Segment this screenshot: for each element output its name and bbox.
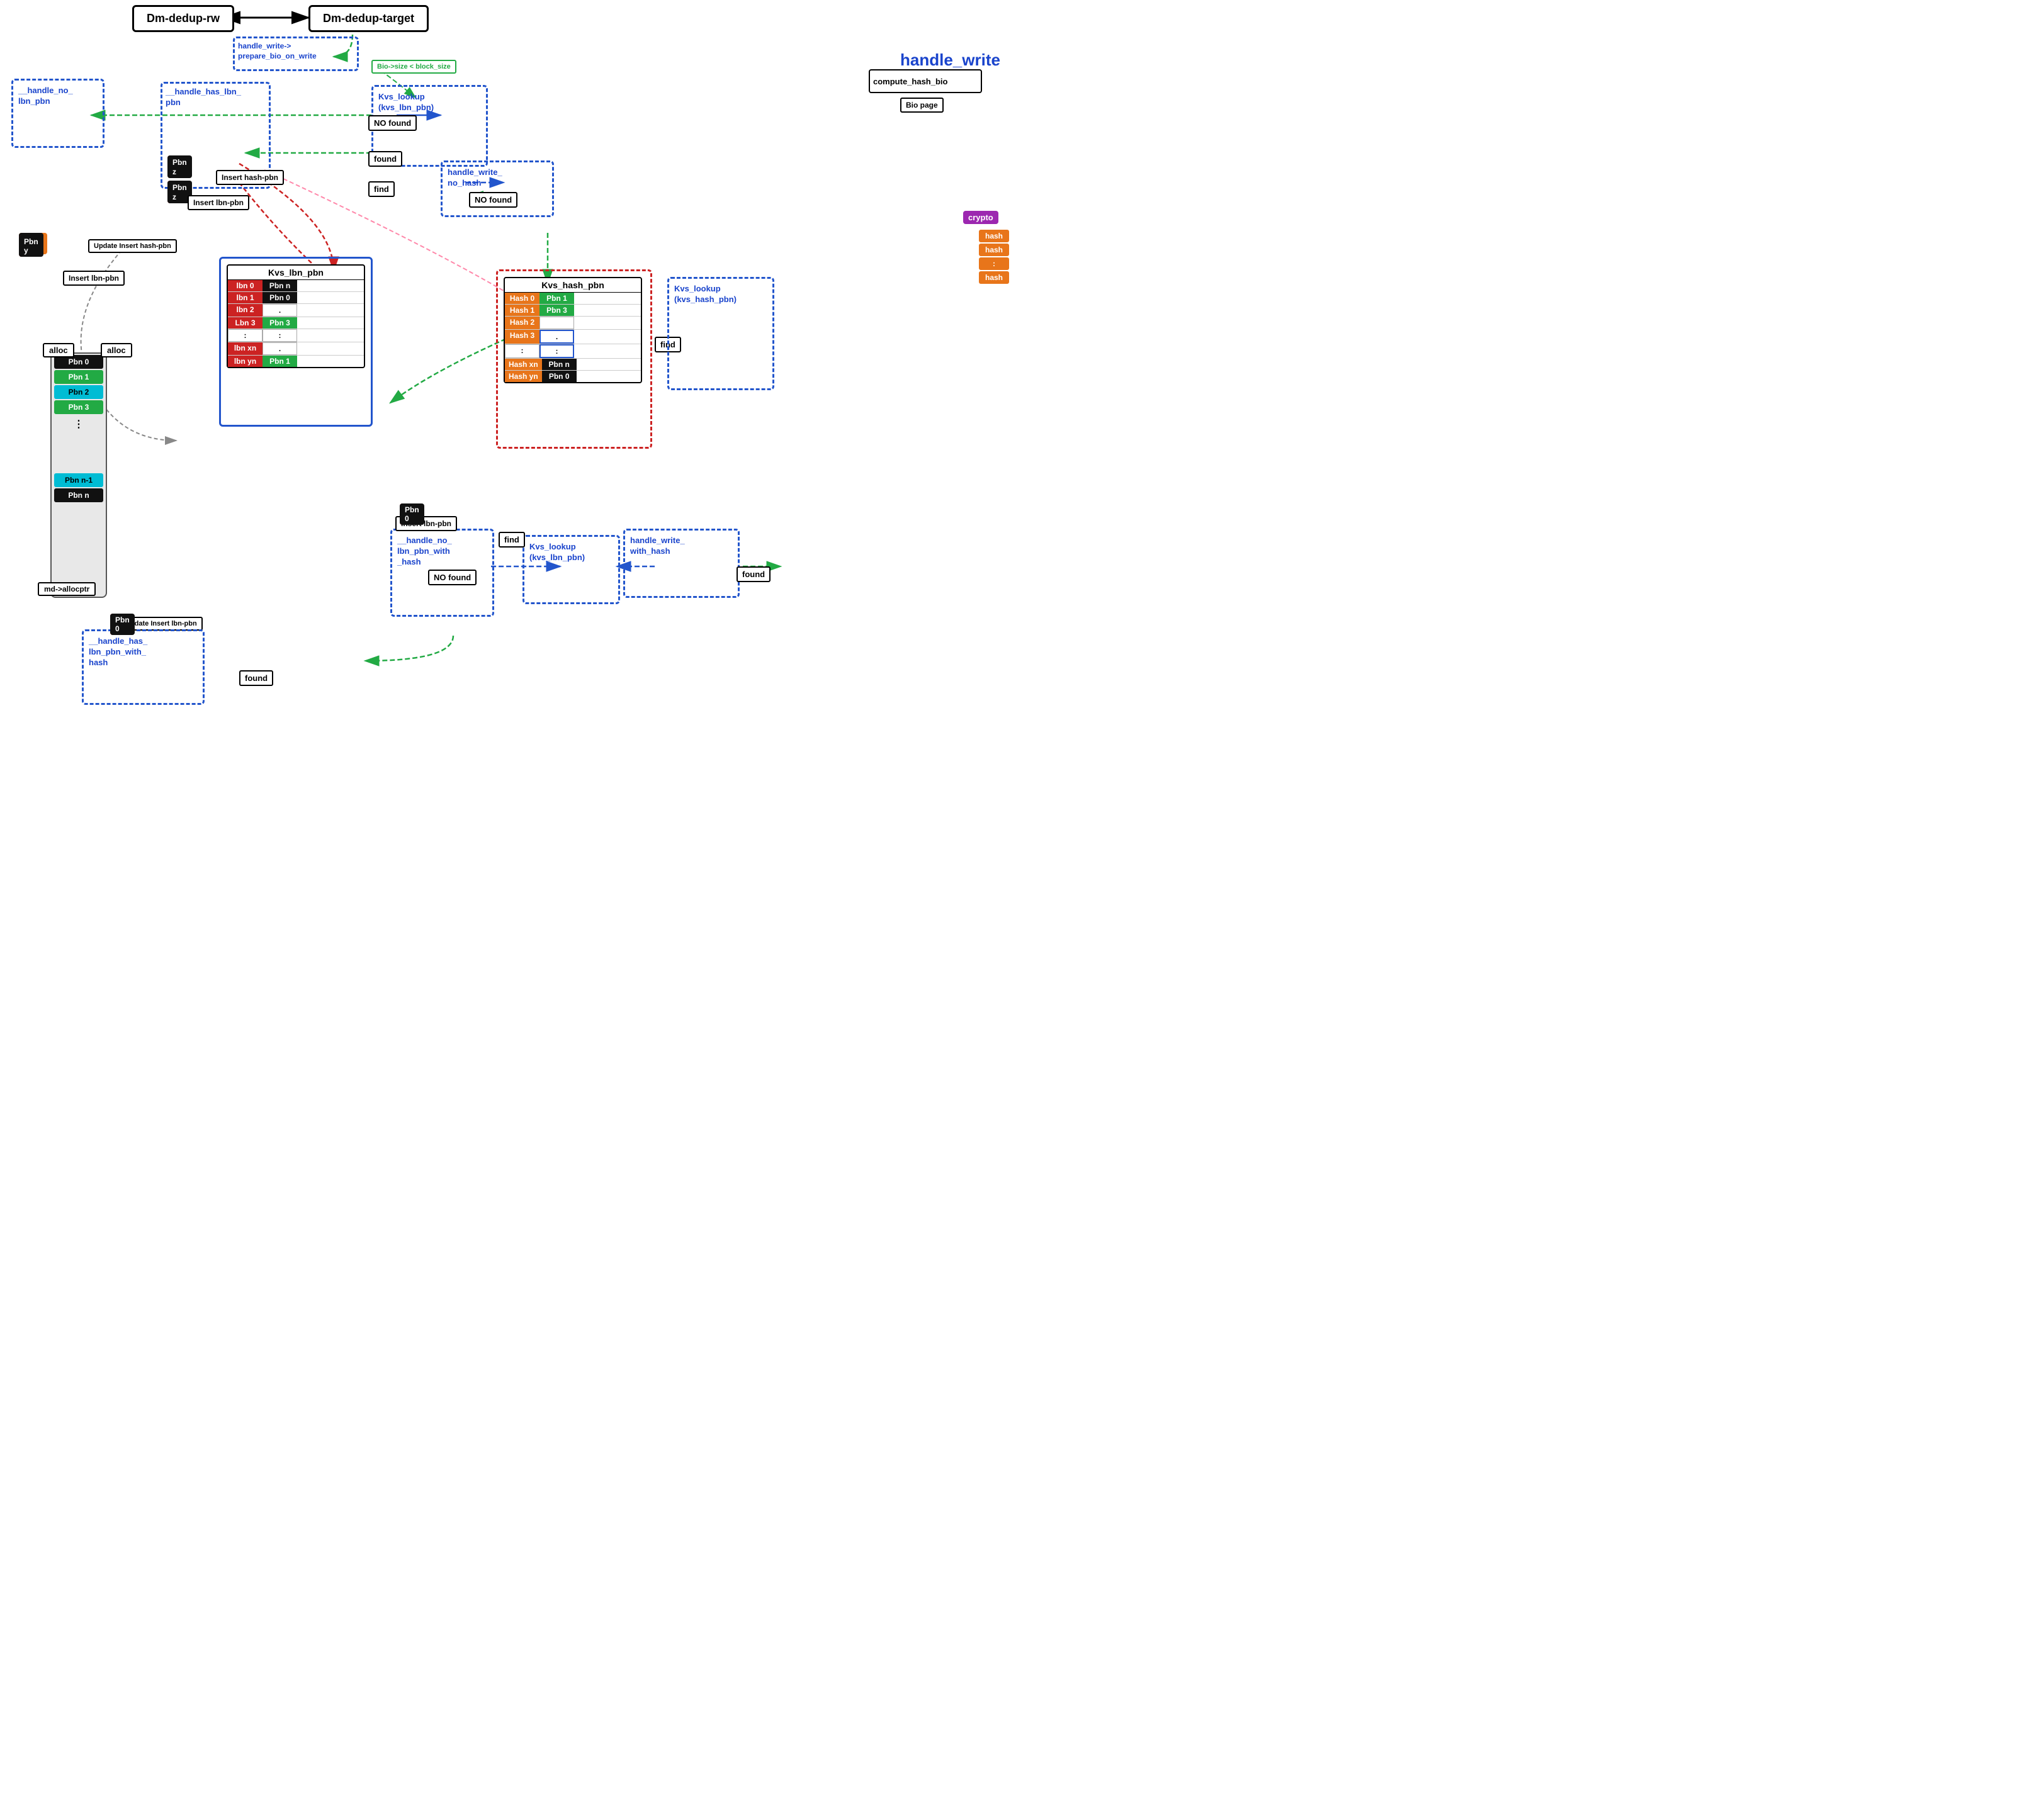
insert-lbn-pbn-1-label: Insert lbn-pbn <box>188 195 249 210</box>
handle-no-lbn-pbn-with-hash-label: __handle_no_ lbn_pbn_with _hash <box>392 531 492 573</box>
hash-item-1: hash <box>979 230 1009 242</box>
handle-write-with-hash-label: handle_write_ with_hash <box>625 531 738 562</box>
kvs-hash-pbn-lookup-label: Kvs_lookup (kvs_hash_pbn) <box>669 279 772 310</box>
dm-dedup-rw-box: Dm-dedup-rw <box>132 5 234 32</box>
handle-has-lbn-pbn-with-hash-box: __handle_has_ lbn_pbn_with_ hash <box>82 629 205 705</box>
update-insert-hash-pbn-label: Update Insert hash-pbn <box>88 239 177 253</box>
alloc-1-label: alloc <box>43 343 74 357</box>
pbn-n-disk: Pbn n <box>54 488 103 502</box>
pbn-0-bottom-tag: Pbn 0 <box>400 503 424 525</box>
hash-item-2: hash <box>979 244 1009 256</box>
find-1: find <box>368 181 395 197</box>
handle-has-lbn-pbn-with-hash-label: __handle_has_ lbn_pbn_with_ hash <box>84 631 203 673</box>
disk-spacer <box>54 434 103 472</box>
bio-page-label: Bio page <box>900 98 944 113</box>
kvs-hash-pbn-lookup-box: Kvs_lookup (kvs_hash_pbn) <box>667 277 774 390</box>
find-3: find <box>499 532 525 548</box>
found-3: found <box>737 566 771 582</box>
pbn-n1-disk: Pbn n-1 <box>54 473 103 487</box>
bio-size-label: Bio->size < block_size <box>371 60 456 74</box>
handle-write-with-hash-box: handle_write_ with_hash <box>623 529 740 598</box>
alloc-2-label: alloc <box>101 343 132 357</box>
handle-write-no-hash-box: handle_write_ no_hash <box>441 160 554 217</box>
disk-dots: ⋮ <box>54 415 103 433</box>
kvs-lookup-lbn-pbn-bottom-box: Kvs_lookup (kvs_lbn_pbn) <box>522 535 620 604</box>
found-1: found <box>368 151 402 167</box>
handle-no-lbn-pbn-box: __handle_no_ lbn_pbn <box>11 79 104 148</box>
pbn-z-tag: Pbn z <box>167 155 192 178</box>
pbn-0-update-tag: Pbn 0 <box>110 614 135 635</box>
handle-no-lbn-pbn-label: __handle_no_ lbn_pbn <box>13 81 103 112</box>
hash-item-3: hash <box>979 271 1009 284</box>
handle-no-lbn-pbn-with-hash-box: __handle_no_ lbn_pbn_with _hash <box>390 529 494 617</box>
md-allocptr-label: md->allocptr <box>38 582 96 596</box>
pbn-2-disk: Pbn 2 <box>54 385 103 399</box>
kvs-hash-pbn-outer-box <box>496 269 652 449</box>
kvs-lbn-pbn-outer-box <box>219 257 373 427</box>
insert-lbn-pbn-2-label: Insert lbn-pbn <box>63 271 125 286</box>
crypto-tag: crypto <box>963 211 998 224</box>
pbn-y2-tag: Pbn y <box>19 235 43 257</box>
kvs-lookup-lbn-pbn-top-label: Kvs_lookup (kvs_lbn_pbn) <box>373 87 486 118</box>
pbn-3-disk: Pbn 3 <box>54 400 103 414</box>
handle-write-label: handle_write <box>900 50 1000 70</box>
handle-write-no-hash-label: handle_write_ no_hash <box>443 162 552 194</box>
hash-item-dot: : <box>979 257 1009 270</box>
insert-hash-pbn-label: Insert hash-pbn <box>216 170 284 185</box>
dm-dedup-target-box: Dm-dedup-target <box>308 5 429 32</box>
hash-stack: hash hash : hash <box>979 230 1009 284</box>
no-found-1: NO found <box>368 115 417 131</box>
no-found-2: NO found <box>469 192 517 208</box>
handle-write-prepare-box: handle_write-> prepare_bio_on_write <box>233 37 359 71</box>
pbn-1-disk: Pbn 1 <box>54 370 103 384</box>
disk-pbn-container: Pbn 0 Pbn 1 Pbn 2 Pbn 3 ⋮ Pbn n-1 Pbn n <box>50 352 107 598</box>
handle-write-prepare-label: handle_write-> prepare_bio_on_write <box>235 38 357 64</box>
found-2: found <box>239 670 273 686</box>
handle-has-lbn-pbn-label: __handle_has_lbn_ pbn <box>162 84 269 111</box>
kvs-lookup-lbn-pbn-bottom-label: Kvs_lookup (kvs_lbn_pbn) <box>524 537 618 568</box>
compute-hash-bio-box: compute_hash_bio <box>869 69 982 93</box>
